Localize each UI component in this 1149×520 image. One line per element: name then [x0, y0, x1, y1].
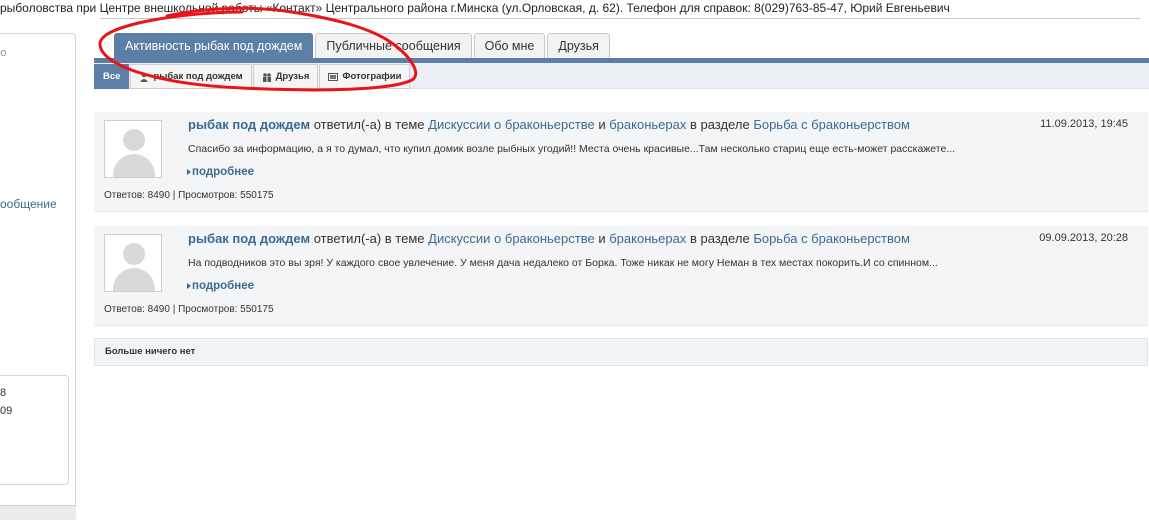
avatar[interactable] — [104, 120, 162, 178]
arrow-right-icon — [187, 169, 191, 175]
activity-stats: Ответов: 8490 | Просмотров: 550175 — [104, 190, 274, 201]
activity-section-prefix: в разделе — [689, 117, 750, 132]
activity-action: ответил(-а) в теме — [313, 231, 425, 246]
user-icon — [140, 72, 149, 82]
activity-date: 09.09.2013, 20:28 — [1039, 232, 1128, 244]
activity-excerpt: Спасибо за информацию, а я то думал, что… — [188, 143, 956, 155]
sidebar-send-message-link[interactable]: ообщение — [0, 197, 57, 211]
activity-date: 11.09.2013, 19:45 — [1040, 118, 1128, 130]
filter-user-label: рыбак под дождем — [153, 70, 243, 82]
activity-item: рыбак под дождем ответил(-а) в теме Диск… — [94, 226, 1148, 326]
sidebar-stat-2: 09 — [0, 405, 13, 417]
friends-icon — [262, 72, 271, 82]
no-more-message: Больше ничего нет — [94, 338, 1148, 366]
header-divider — [100, 18, 1140, 19]
activity-topic-link-2[interactable]: браконьерах — [609, 231, 686, 246]
sidebar-status-dot: o — [0, 46, 7, 59]
arrow-right-icon — [187, 283, 191, 289]
activity-section-prefix: в разделе — [689, 231, 750, 246]
more-link[interactable]: подробнее — [187, 280, 254, 292]
sidebar-stats-panel — [0, 375, 69, 485]
avatar-body-shape — [113, 154, 155, 177]
avatar-head-shape — [123, 129, 145, 151]
activity-conj: и — [598, 117, 606, 132]
sidebar-stat-1: 8 — [0, 387, 7, 399]
avatar[interactable] — [104, 234, 162, 292]
activity-stats: Ответов: 8490 | Просмотров: 550175 — [104, 304, 274, 315]
header-description: рыболовства при Центре внешкольной работ… — [0, 1, 950, 15]
tab-activity[interactable]: Активность рыбак под дождем — [114, 33, 314, 59]
filter-photos-label: Фотографии — [342, 70, 402, 82]
filter-all[interactable]: Все — [94, 64, 130, 89]
sidebar-footer — [0, 505, 76, 520]
filter-photos[interactable]: Фотографии — [319, 64, 411, 89]
more-link-label: подробнее — [192, 280, 255, 292]
activity-section-link[interactable]: Борьба с браконьерством — [753, 117, 910, 132]
activity-conj: и — [598, 231, 606, 246]
tab-friends[interactable]: Друзья — [547, 33, 610, 59]
activity-action: ответил(-а) в теме — [313, 117, 425, 132]
filter-friends-label: Друзья — [275, 70, 310, 82]
activity-headline: рыбак под дождем ответил(-а) в теме Диск… — [188, 116, 910, 134]
avatar-body-shape — [113, 268, 155, 291]
activity-filters: Все рыбак под дождем Друзья Фотографии — [94, 64, 411, 90]
activity-excerpt: На подводников это вы зря! У каждого сво… — [188, 257, 938, 269]
profile-tabs: Активность рыбак под дождем Публичные со… — [114, 33, 612, 59]
activity-topic-link[interactable]: Дискуссии о браконьерстве — [428, 231, 595, 246]
activity-item: рыбак под дождем ответил(-а) в теме Диск… — [94, 112, 1148, 212]
avatar-head-shape — [123, 243, 145, 265]
filter-user[interactable]: рыбак под дождем — [130, 64, 252, 89]
more-link[interactable]: подробнее — [187, 166, 254, 178]
filter-friends[interactable]: Друзья — [252, 64, 319, 89]
tab-about-me[interactable]: Обо мне — [473, 33, 546, 59]
activity-topic-link[interactable]: Дискуссии о браконьерстве — [428, 117, 595, 132]
activity-topic-link-2[interactable]: браконьерах — [609, 117, 686, 132]
more-link-label: подробнее — [192, 166, 255, 178]
activity-user-link[interactable]: рыбак под дождем — [188, 231, 310, 246]
filter-all-label: Все — [103, 70, 121, 82]
tab-public-messages[interactable]: Публичные сообщения — [315, 33, 472, 59]
activity-section-link[interactable]: Борьба с браконьерством — [753, 231, 910, 246]
photo-icon — [328, 72, 339, 81]
activity-user-link[interactable]: рыбак под дождем — [188, 117, 310, 132]
activity-headline: рыбак под дождем ответил(-а) в теме Диск… — [188, 230, 910, 248]
